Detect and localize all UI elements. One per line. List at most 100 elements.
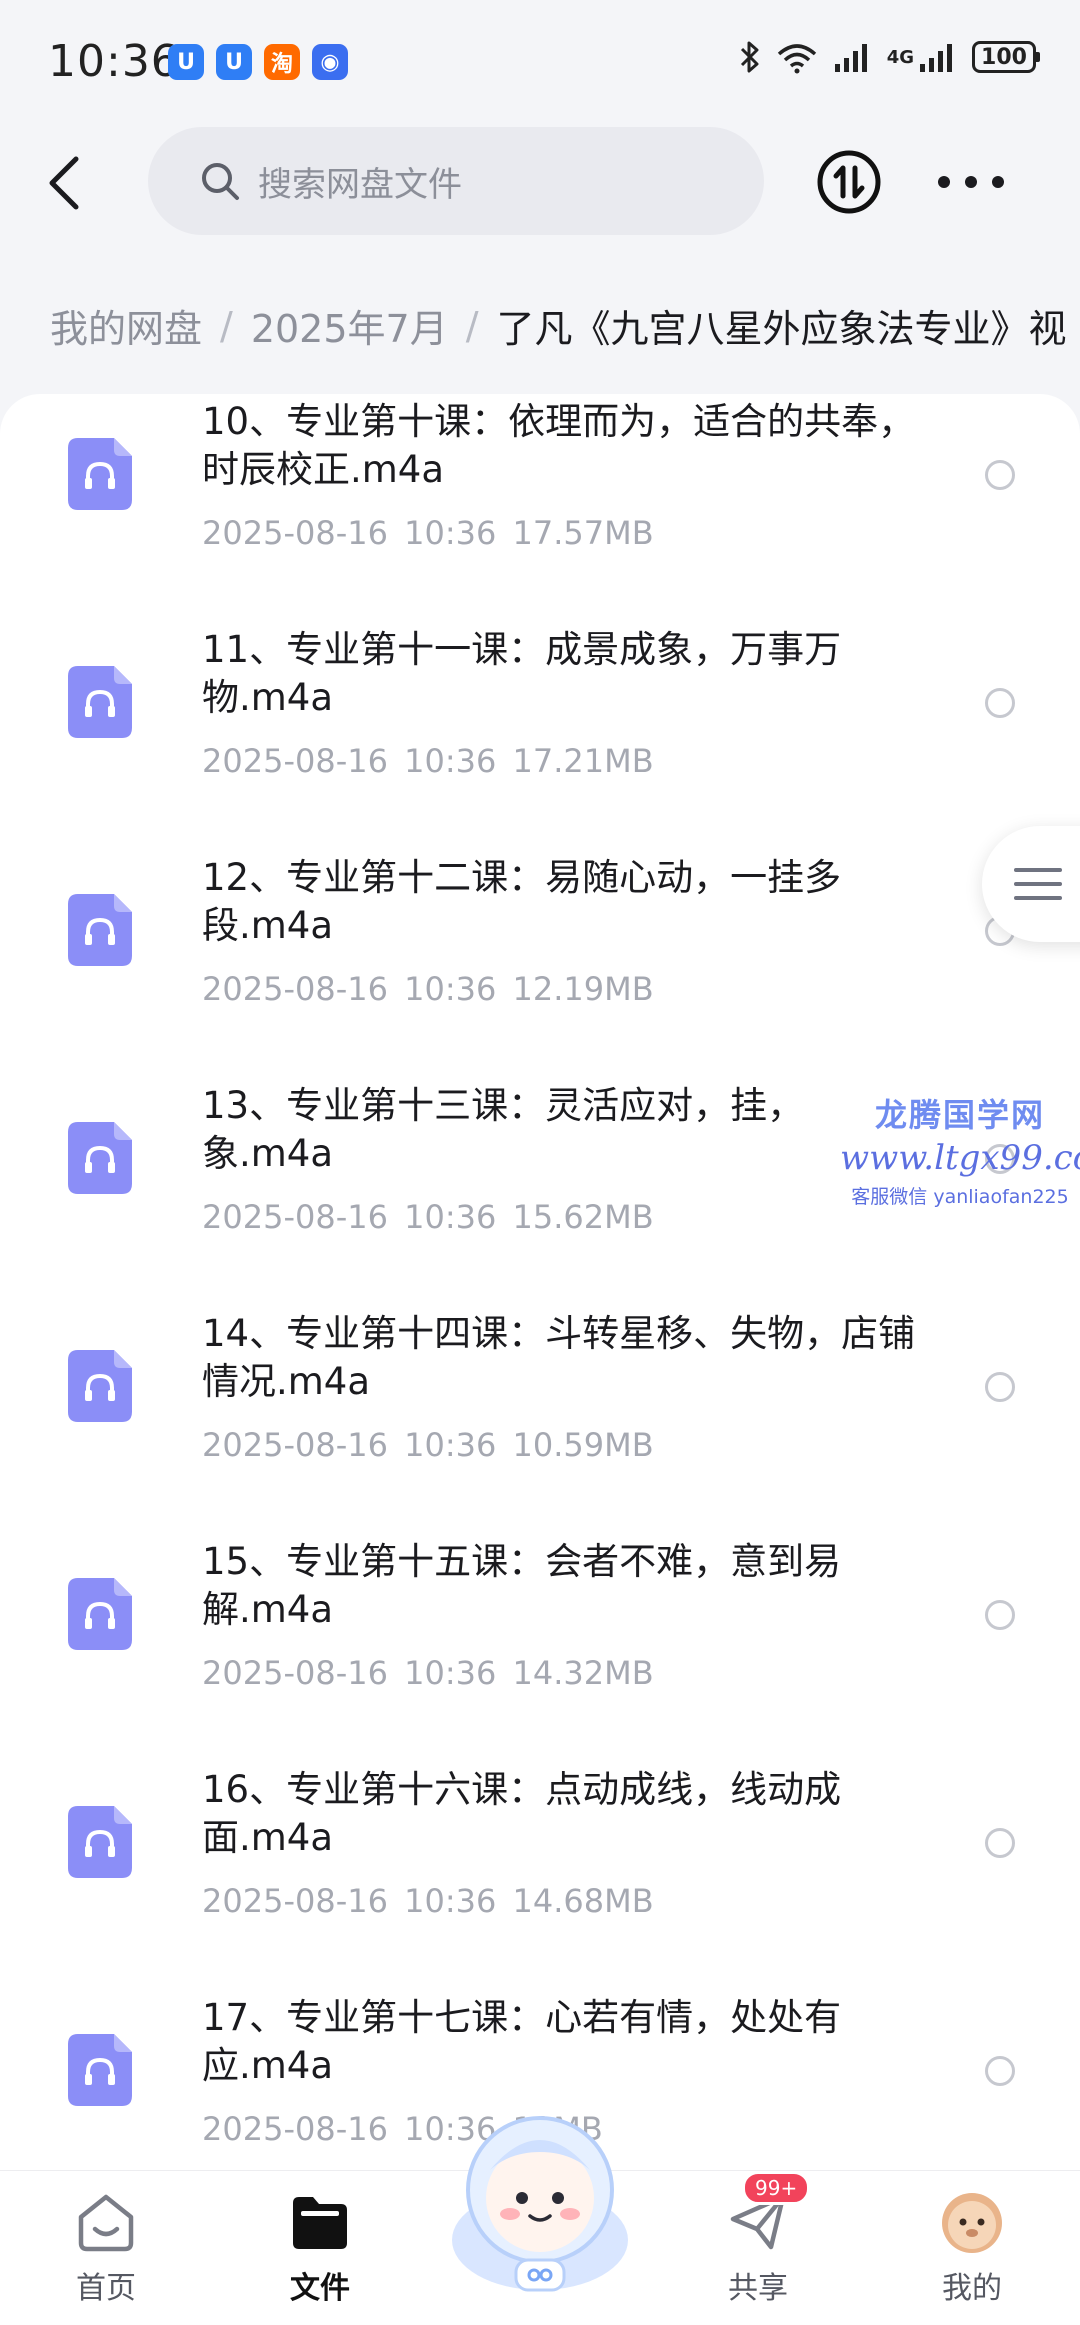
breadcrumb: 我的网盘 / 2025年7月 / 了凡《九宫八星外应象法专业》视 [50,298,1080,353]
back-button[interactable] [36,148,92,218]
select-checkbox[interactable] [985,1372,1015,1402]
file-list-item[interactable]: 14、专业第十四课：斗转星移、失物，店铺情况.m4a 2025-08-16 10… [0,1306,1080,1534]
tab-files[interactable]: 文件 [260,2189,380,2307]
user-avatar-icon [942,2193,1002,2253]
file-date: 2025-08-16 [202,1426,388,1464]
file-meta: 2025-08-16 10:36 15.62MB [202,1198,654,1236]
select-checkbox[interactable] [985,1828,1015,1858]
file-name: 15、专业第十五课：会者不难，意到易解.m4a [202,1540,842,1631]
app-notification-icon: U [168,44,204,80]
menu-line-icon [1014,868,1062,872]
file-size: 17.57MB [512,514,654,552]
more-options-button[interactable] [938,160,1004,204]
file-date: 2025-08-16 [202,1654,388,1692]
search-input[interactable]: 搜索网盘文件 [148,127,764,235]
search-icon [202,163,239,200]
transfer-arrows-icon [817,150,881,214]
file-size: 17.21MB [512,742,654,780]
file-name: 13、专业第十三课：灵活应对，挂，象.m4a [202,1084,805,1175]
bluetooth-icon [740,41,759,73]
file-meta: 2025-08-16 10:36 14.68MB [202,1882,654,1920]
menu-line-icon [1014,882,1062,886]
tab-share[interactable]: 99+ 共享 [698,2171,818,2307]
breadcrumb-root[interactable]: 我的网盘 [50,298,202,353]
signal-icon [834,44,867,72]
audio-file-icon [68,2034,132,2106]
select-checkbox[interactable] [985,460,1015,490]
file-size: 14.32MB [512,1654,654,1692]
file-meta: 2025-08-16 10:36 10.59MB [202,1426,654,1464]
file-date: 2025-08-16 [202,1198,388,1236]
taobao-notification-icon: 淘 [264,44,300,80]
file-size: 10.59MB [512,1426,654,1464]
file-meta: 2025-08-16 10:36 17.21MB [202,742,654,780]
audio-file-icon [68,438,132,510]
audio-file-icon [68,894,132,966]
file-date: 2025-08-16 [202,970,388,1008]
select-checkbox[interactable] [985,688,1015,718]
menu-line-icon [1014,896,1062,900]
more-dot-icon [938,176,950,188]
file-time: 10:36 [404,1882,497,1920]
file-name: 14、专业第十四课：斗转星移、失物，店铺情况.m4a [202,1312,916,1403]
breadcrumb-separator: / [465,303,479,348]
watermark-contact: 客服微信 yanliaofan225 [851,1186,1069,1208]
file-name: 11、专业第十一课：成景成象，万事万物.m4a [202,628,842,719]
file-meta: 2025-08-16 10:36 12.19MB [202,970,654,1008]
file-meta: 2025-08-16 10:36 17.57MB [202,514,654,552]
tab-home-label: 首页 [76,2271,136,2306]
file-time: 10:36 [404,1198,497,1236]
watermark-url: www.ltgx99.com [840,1138,1080,1178]
file-name: 10、专业第十课：依理而为，适合的共奉，时辰校正.m4a [202,400,916,491]
audio-file-icon [68,666,132,738]
more-dot-icon [965,176,977,188]
app-notification-icon: U [216,44,252,80]
tab-home[interactable]: 首页 [46,2189,166,2307]
file-time: 10:36 [404,1654,497,1692]
audio-file-icon [68,1122,132,1194]
transfer-list-button[interactable] [816,149,882,215]
wifi-icon [777,44,816,74]
tab-mine-label: 我的 [942,2271,1002,2306]
select-checkbox[interactable] [985,1600,1015,1630]
file-date: 2025-08-16 [202,2110,388,2148]
file-size: 14.68MB [512,1882,654,1920]
file-list-item[interactable]: 15、专业第十五课：会者不难，意到易解.m4a 2025-08-16 10:36… [0,1534,1080,1762]
file-time: 10:36 [404,514,497,552]
app-notification-icon: ◉ [312,44,348,80]
file-list-item[interactable]: 12、专业第十二课：易随心动，一挂多段.m4a 2025-08-16 10:36… [0,850,1080,1078]
file-time: 10:36 [404,1426,497,1464]
tab-mine[interactable]: 我的 [912,2189,1032,2307]
file-list-item[interactable]: 16、专业第十六课：点动成线，线动成面.m4a 2025-08-16 10:36… [0,1762,1080,1990]
search-placeholder: 搜索网盘文件 [258,164,462,205]
status-bar: 10:36 U U 淘 ◉ 4G 100 [0,0,1080,120]
file-time: 10:36 [404,742,497,780]
home-icon [78,2194,134,2252]
file-list-item[interactable]: 10、专业第十课：依理而为，适合的共奉，时辰校正.m4a 2025-08-16 … [0,394,1080,622]
audio-file-icon [68,1806,132,1878]
breadcrumb-current: 了凡《九宫八星外应象法专业》视 [496,307,1067,351]
system-indicators: 4G 100 [739,40,1040,74]
signal-icon [920,44,952,72]
file-time: 10:36 [404,970,497,1008]
file-date: 2025-08-16 [202,1882,388,1920]
select-checkbox[interactable] [985,2056,1015,2086]
ai-assistant-mascot-icon[interactable] [430,2090,650,2310]
battery-indicator: 100 [972,41,1040,73]
file-list: 10、专业第十课：依理而为，适合的共奉，时辰校正.m4a 2025-08-16 … [0,394,1080,2170]
more-dot-icon [992,176,1004,188]
tab-files-label: 文件 [290,2271,350,2306]
chevron-left-icon [49,156,79,210]
file-name: 17、专业第十七课：心若有情，处处有应.m4a [202,1996,842,2087]
breadcrumb-folder[interactable]: 2025年7月 [251,298,448,353]
audio-file-icon [68,1578,132,1650]
watermark: 龙腾国学网 www.ltgx99.com 客服微信 yanliaofan225 [840,1090,1080,1209]
file-list-item[interactable]: 11、专业第十一课：成景成象，万事万物.m4a 2025-08-16 10:36… [0,622,1080,850]
watermark-title: 龙腾国学网 [874,1096,1045,1134]
notification-icons: U U 淘 ◉ [168,44,348,80]
audio-file-icon [68,1350,132,1422]
file-name: 16、专业第十六课：点动成线，线动成面.m4a [202,1768,842,1859]
folder-icon [293,2197,347,2249]
file-date: 2025-08-16 [202,514,388,552]
network-type-label: 4G [886,46,914,68]
